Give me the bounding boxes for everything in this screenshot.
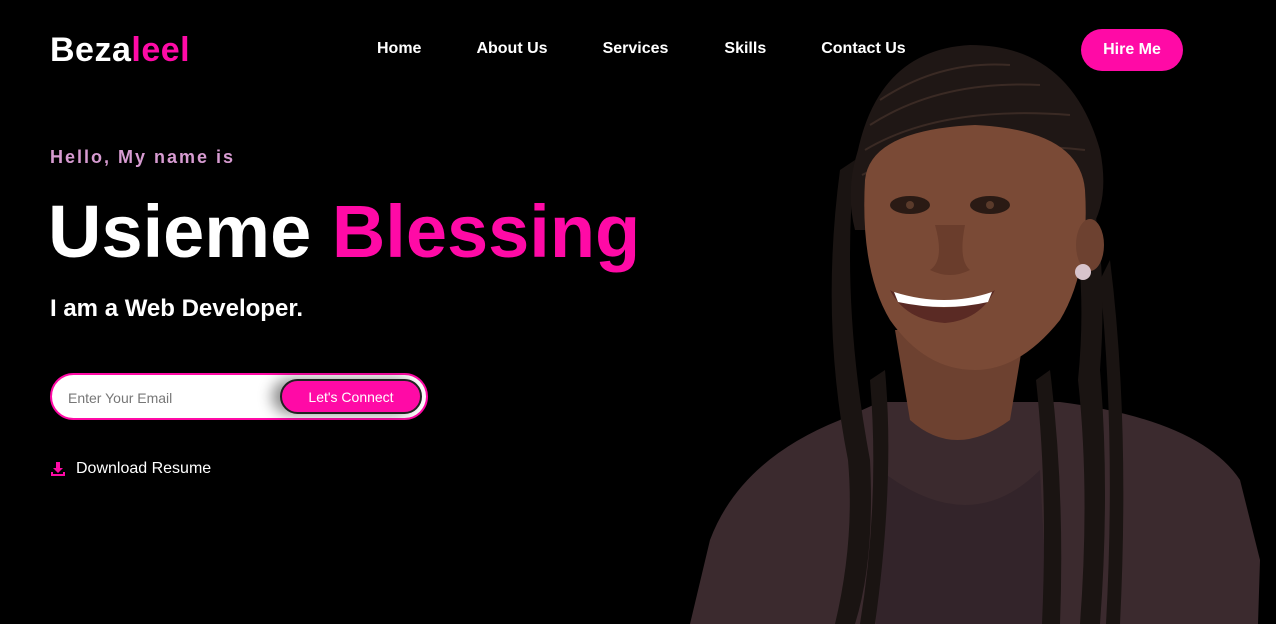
page: Bezaleel Home About Us Services Skills C… xyxy=(0,0,1276,624)
download-icon xyxy=(50,461,66,477)
email-input[interactable] xyxy=(66,385,270,411)
greeting-text: Hello, My name is xyxy=(50,147,236,167)
nav-services[interactable]: Services xyxy=(603,39,669,59)
logo-text-main: Beza xyxy=(50,31,132,69)
first-name: Usieme xyxy=(48,190,312,273)
last-name: Blessing xyxy=(331,190,641,273)
lets-connect-button[interactable]: Let's Connect xyxy=(280,379,422,414)
download-resume-link[interactable]: Download Resume xyxy=(50,459,211,479)
nav-about-us[interactable]: About Us xyxy=(476,39,547,59)
connect-form: Let's Connect xyxy=(50,373,428,420)
role-text: I am a Web Developer. xyxy=(50,295,303,322)
hero-name: Usieme Blessing xyxy=(48,188,640,276)
logo-text-accent: leel xyxy=(131,31,191,69)
nav-home[interactable]: Home xyxy=(377,39,421,59)
profile-portrait xyxy=(690,45,1260,624)
download-resume-label: Download Resume xyxy=(76,460,212,477)
logo[interactable]: Bezaleel xyxy=(50,30,190,70)
